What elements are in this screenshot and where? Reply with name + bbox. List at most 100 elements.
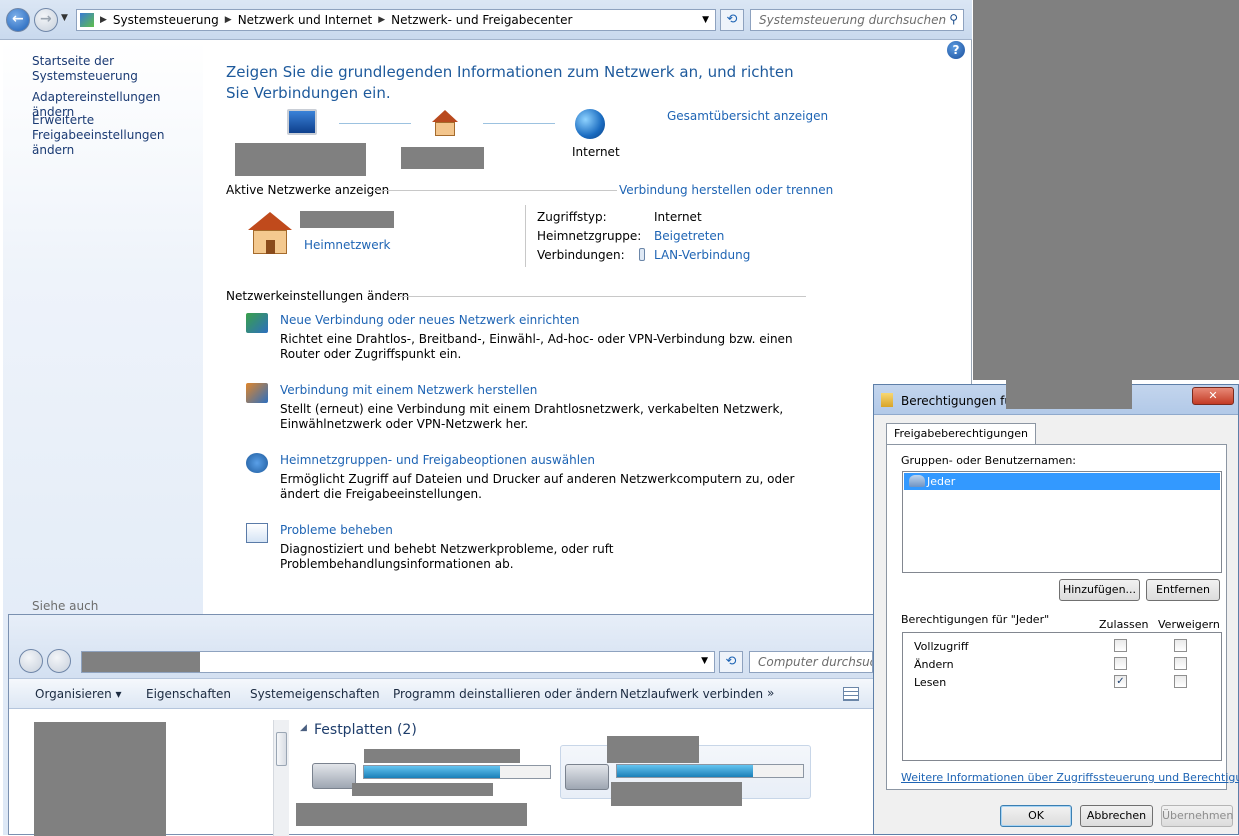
lan-connection-link[interactable]: LAN-Verbindung [654,248,750,262]
lan-icon [639,248,645,261]
tab-share-permissions[interactable]: Freigabeberechtigungen [886,423,1036,445]
drive-d[interactable] [560,736,811,806]
view-options-icon[interactable] [843,687,859,701]
scrollbar-thumb[interactable] [276,732,287,766]
chevron-right-icon[interactable]: ▶ [100,15,107,25]
ok-button[interactable]: OK [1000,805,1072,827]
properties-button[interactable]: Eigenschaften [146,687,231,701]
connect-disconnect-link[interactable]: Verbindung herstellen oder trennen [619,183,833,197]
breadcrumb-item[interactable]: Netzwerk und Internet [238,13,373,27]
tab-panel: Gruppen- oder Benutzernamen: Jeder Hinzu… [886,444,1239,790]
scrollbar[interactable] [273,720,289,836]
computer-icon [287,109,317,135]
connect-network-link[interactable]: Verbindung mit einem Netzwerk herstellen [280,383,537,397]
user-name: Jeder [927,475,956,488]
cancel-button[interactable]: Abbrechen [1080,805,1153,827]
allow-checkbox[interactable] [1114,639,1127,652]
list-item[interactable]: Jeder [904,473,1220,490]
explorer-breadcrumb[interactable]: ▼ [81,651,715,673]
remove-button[interactable]: Entfernen [1146,579,1220,601]
full-map-link[interactable]: Gesamtübersicht anzeigen [667,109,828,123]
back-button[interactable] [19,649,43,673]
divider [390,296,806,297]
uninstall-program-button[interactable]: Programm deinstallieren oder ändern [393,687,618,701]
address-bar: ← → ▼ ▶ Systemsteuerung ▶ Netzwerk und I… [0,0,972,40]
users-list[interactable]: Jeder [902,471,1222,573]
permission-name: Vollzugriff [914,640,969,653]
drive-usage-fill [617,765,753,777]
folder-icon [881,393,893,407]
organize-button[interactable]: Organisieren ▾ [35,687,122,701]
homegroup-label: Heimnetzgruppe: [537,229,642,243]
forward-button[interactable] [47,649,71,673]
allow-checkbox[interactable]: ✓ [1114,675,1127,688]
background-redacted [973,0,1239,380]
deny-checkbox[interactable] [1174,657,1187,670]
homegroup-options-link[interactable]: Heimnetzgruppen- und Freigabeoptionen au… [280,453,595,467]
new-connection-desc: Richtet eine Drahtlos-, Breitband-, Einw… [280,332,793,361]
chevron-down-icon[interactable]: ▼ [702,15,709,25]
more-info-link[interactable]: Weitere Informationen über Zugriffssteue… [901,771,1239,784]
explorer-search-input[interactable]: Computer durchsuchen [749,651,873,673]
nav-pane-redacted [34,722,166,836]
access-type-value: Internet [654,210,702,224]
drive-name-redacted [607,736,699,763]
permissions-dialog: Berechtigungen für ✕ Freigabeberechtigun… [873,379,1239,835]
deny-checkbox[interactable] [1174,639,1187,652]
item-redacted [296,803,527,826]
back-button[interactable]: ← [6,8,30,32]
close-button[interactable]: ✕ [1192,387,1234,405]
chevron-right-icon[interactable]: ▶ [225,15,232,25]
hard-drive-icon [565,764,609,790]
network-setup-icon [246,313,268,333]
network-name-redacted [401,147,484,169]
search-placeholder: Systemsteuerung durchsuchen [759,13,947,27]
help-icon[interactable]: ? [947,41,965,59]
homegroup-options-desc: Ermöglicht Zugriff auf Dateien und Druck… [280,472,795,501]
path-redacted [82,652,200,672]
permission-name: Lesen [914,676,947,689]
allow-checkbox[interactable] [1114,657,1127,670]
drive-usage-bar [363,765,551,779]
system-properties-button[interactable]: Systemeigenschaften [250,687,380,701]
forward-button[interactable]: → [34,8,58,32]
refresh-button[interactable]: ⟲ [720,9,744,31]
map-network-drive-button[interactable]: Netzlaufwerk verbinden [620,687,763,701]
network-type-link[interactable]: Heimnetzwerk [304,238,391,252]
collapse-arrow-icon[interactable]: ◢ [300,723,307,733]
explorer-toolbar: Organisieren ▾ Eigenschaften Systemeigen… [9,679,873,709]
deny-checkbox[interactable] [1174,675,1187,688]
search-input[interactable]: Systemsteuerung durchsuchen ⚲ [750,9,964,31]
homegroup-link[interactable]: Beigetreten [654,229,724,243]
section-title: Festplatten (2) [314,722,417,738]
sidebar-item-home[interactable]: Startseite der Systemsteuerung [32,54,203,84]
search-icon[interactable]: ⚲ [949,12,958,26]
see-also-label: Siehe auch [32,599,99,613]
chevron-down-icon[interactable]: ▼ [701,656,708,666]
breadcrumb[interactable]: ▶ Systemsteuerung ▶ Netzwerk und Interne… [76,9,716,31]
add-button[interactable]: Hinzufügen... [1059,579,1140,601]
apply-button[interactable]: Übernehmen [1161,805,1233,827]
history-dropdown-icon[interactable]: ▼ [61,13,68,23]
deny-column-header: Verweigern [1158,618,1220,631]
breadcrumb-item[interactable]: Netzwerk- und Freigabecenter [391,13,572,27]
dialog-titlebar[interactable]: Berechtigungen für ✕ [874,379,1238,415]
permissions-table: Vollzugriff Ändern Lesen ✓ [902,632,1222,761]
access-type-label: Zugriffstyp: [537,210,607,224]
troubleshoot-icon [246,523,268,543]
internet-label: Internet [572,145,620,159]
more-commands-button[interactable]: » [767,686,774,700]
title-redacted [1006,379,1132,409]
troubleshoot-link[interactable]: Probleme beheben [280,523,393,537]
new-connection-link[interactable]: Neue Verbindung oder neues Netzwerk einr… [280,313,579,327]
house-icon [428,110,462,138]
explorer-addressbar: ▼ ⟲ Computer durchsuchen [9,615,873,679]
breadcrumb-item[interactable]: Systemsteuerung [113,13,219,27]
chevron-right-icon[interactable]: ▶ [378,15,385,25]
content-area: Zeigen Sie die grundlegenden Information… [226,62,801,104]
sidebar-item-advanced-sharing[interactable]: Erweiterte Freigabeeinstellungen ändern [32,113,202,158]
refresh-button[interactable]: ⟲ [719,651,743,673]
computer-explorer-window: ▼ ⟲ Computer durchsuchen Organisieren ▾ … [8,614,874,836]
drive-usage-bar [616,764,804,778]
homegroup-icon [246,453,268,473]
